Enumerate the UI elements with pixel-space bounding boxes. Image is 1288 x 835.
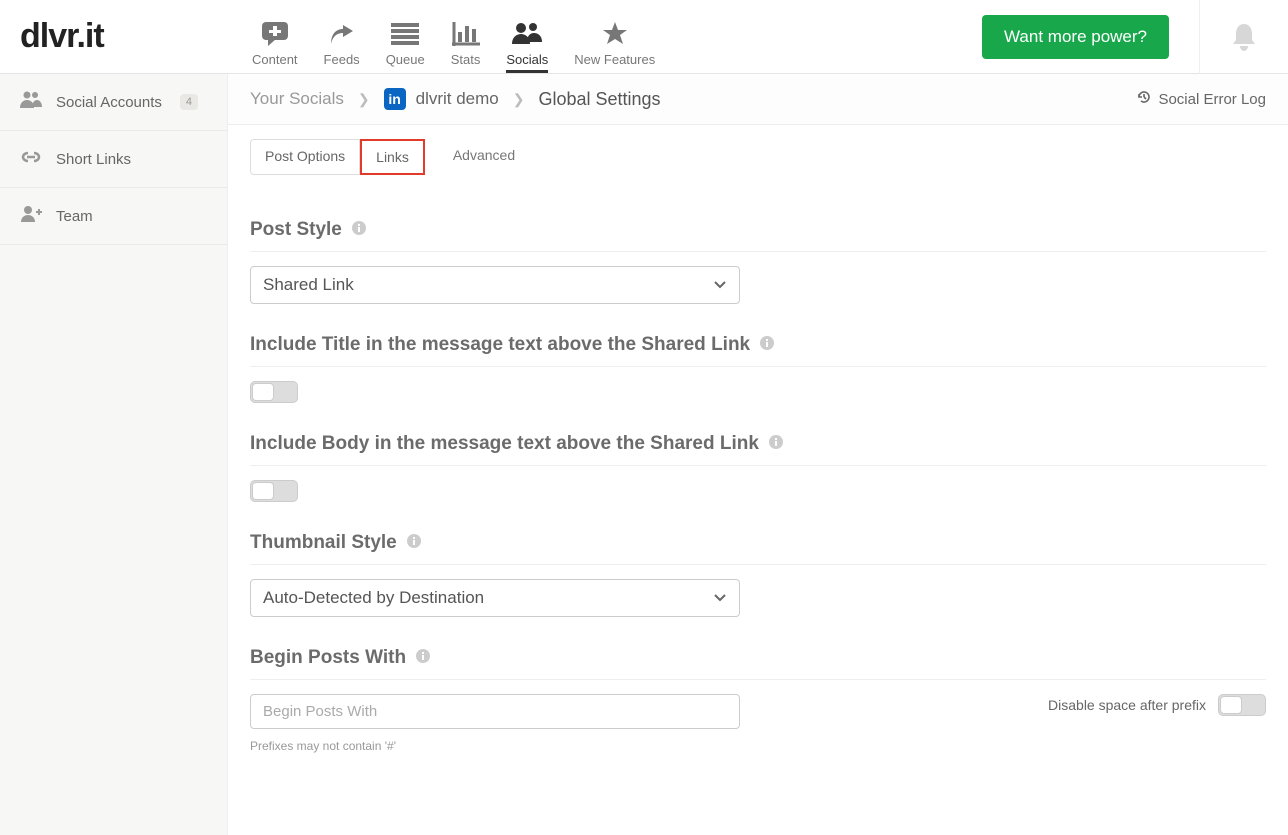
top-nav: Content Feeds Queue Stats Socials bbox=[228, 0, 655, 73]
sidebar-item-label: Short Links bbox=[56, 151, 131, 168]
crumb-current: Global Settings bbox=[538, 89, 660, 110]
divider bbox=[250, 679, 1266, 680]
toggle-knob bbox=[252, 383, 274, 401]
sidebar-item-short-links[interactable]: Short Links bbox=[0, 131, 227, 188]
disable-space-toggle[interactable] bbox=[1218, 694, 1266, 716]
sidebar: Social Accounts 4 Short Links Team bbox=[0, 74, 228, 835]
nav-content-label: Content bbox=[252, 52, 298, 67]
sidebar-item-label: Social Accounts bbox=[56, 94, 162, 111]
tab-links[interactable]: Links bbox=[360, 139, 425, 175]
include-body-toggle[interactable] bbox=[250, 480, 298, 502]
nav-queue[interactable]: Queue bbox=[386, 20, 425, 73]
section-title-begin-with: Begin Posts With bbox=[250, 647, 406, 669]
plus-bubble-icon bbox=[261, 20, 289, 48]
chevron-down-icon bbox=[713, 588, 727, 608]
nav-content[interactable]: Content bbox=[252, 20, 298, 73]
crumb-account-label: dlvrit demo bbox=[416, 89, 499, 109]
linkedin-icon: in bbox=[384, 88, 406, 110]
chevron-right-icon: ❯ bbox=[358, 91, 370, 108]
toggle-knob bbox=[252, 482, 274, 500]
user-plus-icon bbox=[20, 205, 42, 227]
divider bbox=[1199, 0, 1200, 74]
tabs: Post Options Links Advanced bbox=[228, 125, 1288, 175]
logo: dlvr.it bbox=[20, 17, 104, 56]
tab-advanced[interactable]: Advanced bbox=[439, 139, 529, 175]
info-icon[interactable] bbox=[352, 219, 366, 241]
thumbnail-style-select[interactable]: Auto-Detected by Destination bbox=[250, 579, 740, 617]
include-title-toggle[interactable] bbox=[250, 381, 298, 403]
info-icon[interactable] bbox=[760, 334, 774, 356]
bell-icon[interactable] bbox=[1230, 22, 1258, 52]
nav-socials-label: Socials bbox=[506, 52, 548, 67]
list-icon bbox=[391, 20, 419, 48]
chevron-down-icon bbox=[713, 275, 727, 295]
divider bbox=[250, 366, 1266, 367]
divider bbox=[250, 465, 1266, 466]
divider bbox=[250, 251, 1266, 252]
toggle-knob bbox=[1220, 696, 1242, 714]
nav-stats-label: Stats bbox=[451, 52, 481, 67]
group-icon bbox=[20, 91, 42, 113]
nav-feeds[interactable]: Feeds bbox=[324, 20, 360, 73]
nav-new-features[interactable]: New Features bbox=[574, 20, 655, 73]
divider bbox=[250, 564, 1266, 565]
section-title-post-style: Post Style bbox=[250, 219, 342, 241]
disable-space-label: Disable space after prefix bbox=[1048, 697, 1206, 713]
post-style-select[interactable]: Shared Link bbox=[250, 266, 740, 304]
cta-button[interactable]: Want more power? bbox=[982, 15, 1169, 59]
sidebar-item-label: Team bbox=[56, 208, 93, 225]
nav-new-features-label: New Features bbox=[574, 52, 655, 67]
sidebar-item-social-accounts[interactable]: Social Accounts 4 bbox=[0, 74, 227, 131]
star-icon bbox=[602, 20, 628, 48]
error-log-label: Social Error Log bbox=[1158, 91, 1266, 108]
bar-chart-icon bbox=[452, 20, 480, 48]
breadcrumb: Your Socials ❯ in dlvrit demo ❯ Global S… bbox=[228, 74, 1288, 125]
link-icon bbox=[20, 148, 42, 170]
nav-queue-label: Queue bbox=[386, 52, 425, 67]
info-icon[interactable] bbox=[407, 532, 421, 554]
crumb-root[interactable]: Your Socials bbox=[250, 89, 344, 109]
nav-feeds-label: Feeds bbox=[324, 52, 360, 67]
share-arrow-icon bbox=[329, 20, 355, 48]
tab-post-options[interactable]: Post Options bbox=[250, 139, 360, 175]
info-icon[interactable] bbox=[416, 647, 430, 669]
history-icon bbox=[1136, 89, 1152, 109]
chevron-right-icon: ❯ bbox=[513, 91, 525, 108]
begin-posts-with-input[interactable] bbox=[250, 694, 740, 729]
select-value: Shared Link bbox=[263, 275, 354, 295]
select-value: Auto-Detected by Destination bbox=[263, 588, 484, 608]
section-title-include-title: Include Title in the message text above … bbox=[250, 334, 750, 356]
crumb-account[interactable]: in dlvrit demo bbox=[384, 88, 499, 110]
section-title-thumbnail-style: Thumbnail Style bbox=[250, 532, 397, 554]
info-icon[interactable] bbox=[769, 433, 783, 455]
nav-socials[interactable]: Socials bbox=[506, 20, 548, 73]
social-error-log-link[interactable]: Social Error Log bbox=[1136, 89, 1266, 109]
group-icon bbox=[512, 20, 542, 48]
sidebar-item-team[interactable]: Team bbox=[0, 188, 227, 245]
helper-text: Prefixes may not contain '#' bbox=[250, 739, 740, 753]
nav-stats[interactable]: Stats bbox=[451, 20, 481, 73]
sidebar-badge: 4 bbox=[180, 94, 198, 110]
section-title-include-body: Include Body in the message text above t… bbox=[250, 433, 759, 455]
